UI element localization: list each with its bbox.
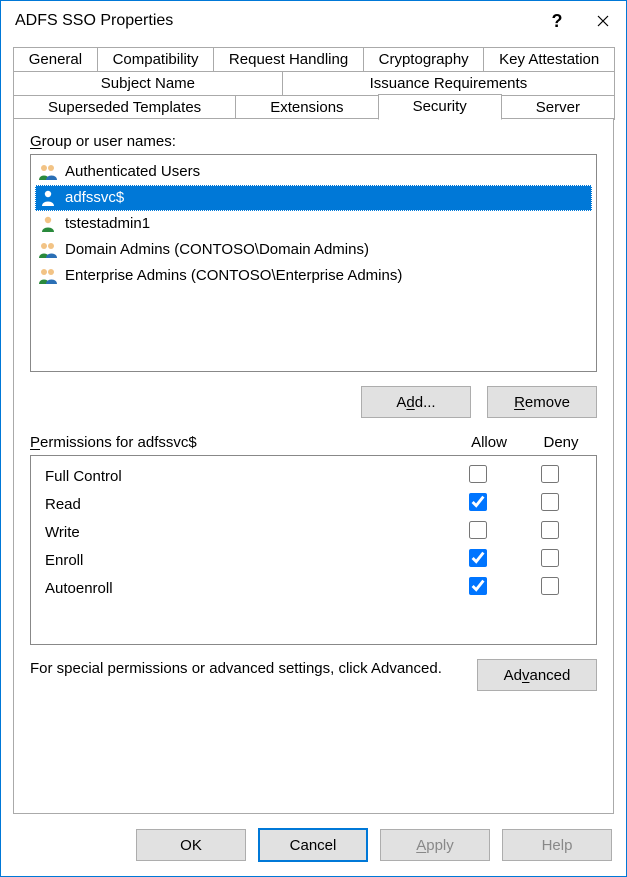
advanced-hint-label: For special permissions or advanced sett… bbox=[30, 659, 463, 679]
tab-extensions[interactable]: Extensions bbox=[235, 95, 378, 120]
tab-key-attestation[interactable]: Key Attestation bbox=[483, 47, 615, 72]
permission-name: Autoenroll bbox=[45, 580, 442, 597]
principals-list[interactable]: Authenticated Users adfssvc$ tstestadmin1 D… bbox=[30, 154, 597, 372]
permission-row: Full Control bbox=[45, 462, 586, 490]
ok-button[interactable]: OK bbox=[136, 829, 246, 861]
list-item[interactable]: tstestadmin1 bbox=[35, 211, 592, 237]
tab-page-security: Group or user names: Authenticated Users… bbox=[13, 118, 614, 814]
deny-checkbox[interactable] bbox=[541, 493, 559, 511]
allow-column-label: Allow bbox=[453, 434, 525, 451]
apply-button[interactable]: Apply bbox=[380, 829, 490, 861]
user-icon bbox=[37, 189, 59, 207]
principal-name: tstestadmin1 bbox=[65, 213, 150, 235]
tab-compatibility[interactable]: Compatibility bbox=[97, 47, 214, 72]
permission-row: Enroll bbox=[45, 546, 586, 574]
permissions-header: Permissions for adfssvc$ Allow Deny bbox=[30, 434, 597, 451]
window-title: ADFS SSO Properties bbox=[15, 12, 534, 30]
deny-checkbox[interactable] bbox=[541, 549, 559, 567]
permission-row: Write bbox=[45, 518, 586, 546]
deny-checkbox[interactable] bbox=[541, 521, 559, 539]
close-button[interactable] bbox=[580, 1, 626, 41]
help-button[interactable]: ? bbox=[534, 1, 580, 41]
tab-subject-name[interactable]: Subject Name bbox=[13, 71, 283, 96]
help-button[interactable]: Help bbox=[502, 829, 612, 861]
tab-issuance-requirements[interactable]: Issuance Requirements bbox=[282, 71, 615, 96]
list-item[interactable]: Authenticated Users bbox=[35, 159, 592, 185]
permission-name: Read bbox=[45, 496, 442, 513]
add-button[interactable]: Add... bbox=[361, 386, 471, 418]
principal-name: adfssvc$ bbox=[65, 187, 124, 209]
tab-cryptography[interactable]: Cryptography bbox=[363, 47, 485, 72]
close-icon bbox=[597, 15, 609, 27]
cancel-button[interactable]: Cancel bbox=[258, 828, 368, 862]
list-item[interactable]: adfssvc$ bbox=[35, 185, 592, 211]
tab-strip: GeneralCompatibilityRequest HandlingCryp… bbox=[13, 47, 614, 119]
user-icon bbox=[37, 215, 59, 233]
list-buttons: Add... Remove bbox=[30, 386, 597, 418]
tab-superseded-templates[interactable]: Superseded Templates bbox=[13, 95, 236, 120]
allow-checkbox[interactable] bbox=[469, 549, 487, 567]
permission-name: Enroll bbox=[45, 552, 442, 569]
group-icon bbox=[37, 241, 59, 259]
tab-request-handling[interactable]: Request Handling bbox=[213, 47, 364, 72]
group-icon bbox=[37, 163, 59, 181]
client-area: GeneralCompatibilityRequest HandlingCryp… bbox=[1, 41, 626, 814]
tab-general[interactable]: General bbox=[13, 47, 98, 72]
allow-checkbox[interactable] bbox=[469, 465, 487, 483]
permissions-for-label: Permissions for adfssvc$ bbox=[30, 434, 453, 451]
remove-button[interactable]: Remove bbox=[487, 386, 597, 418]
dialog-window: ADFS SSO Properties ? GeneralCompatibili… bbox=[0, 0, 627, 877]
principal-name: Authenticated Users bbox=[65, 161, 200, 183]
tab-security[interactable]: Security bbox=[378, 94, 502, 120]
permission-row: Read bbox=[45, 490, 586, 518]
dialog-buttons: OK Cancel Apply Help bbox=[1, 814, 626, 876]
allow-checkbox[interactable] bbox=[469, 577, 487, 595]
principal-name: Enterprise Admins (CONTOSO\Enterprise Ad… bbox=[65, 265, 402, 287]
advanced-row: For special permissions or advanced sett… bbox=[30, 659, 597, 691]
permission-name: Full Control bbox=[45, 468, 442, 485]
deny-checkbox[interactable] bbox=[541, 465, 559, 483]
deny-column-label: Deny bbox=[525, 434, 597, 451]
deny-checkbox[interactable] bbox=[541, 577, 559, 595]
permission-name: Write bbox=[45, 524, 442, 541]
groups-label: Group or user names: bbox=[30, 133, 597, 150]
list-item[interactable]: Domain Admins (CONTOSO\Domain Admins) bbox=[35, 237, 592, 263]
allow-checkbox[interactable] bbox=[469, 521, 487, 539]
advanced-button[interactable]: Advanced bbox=[477, 659, 597, 691]
group-icon bbox=[37, 267, 59, 285]
permissions-list: Full Control Read Write Enroll Autoenroll bbox=[30, 455, 597, 645]
list-item[interactable]: Enterprise Admins (CONTOSO\Enterprise Ad… bbox=[35, 263, 592, 289]
titlebar: ADFS SSO Properties ? bbox=[1, 1, 626, 41]
tab-server[interactable]: Server bbox=[501, 95, 615, 120]
permission-row: Autoenroll bbox=[45, 574, 586, 602]
allow-checkbox[interactable] bbox=[469, 493, 487, 511]
principal-name: Domain Admins (CONTOSO\Domain Admins) bbox=[65, 239, 369, 261]
